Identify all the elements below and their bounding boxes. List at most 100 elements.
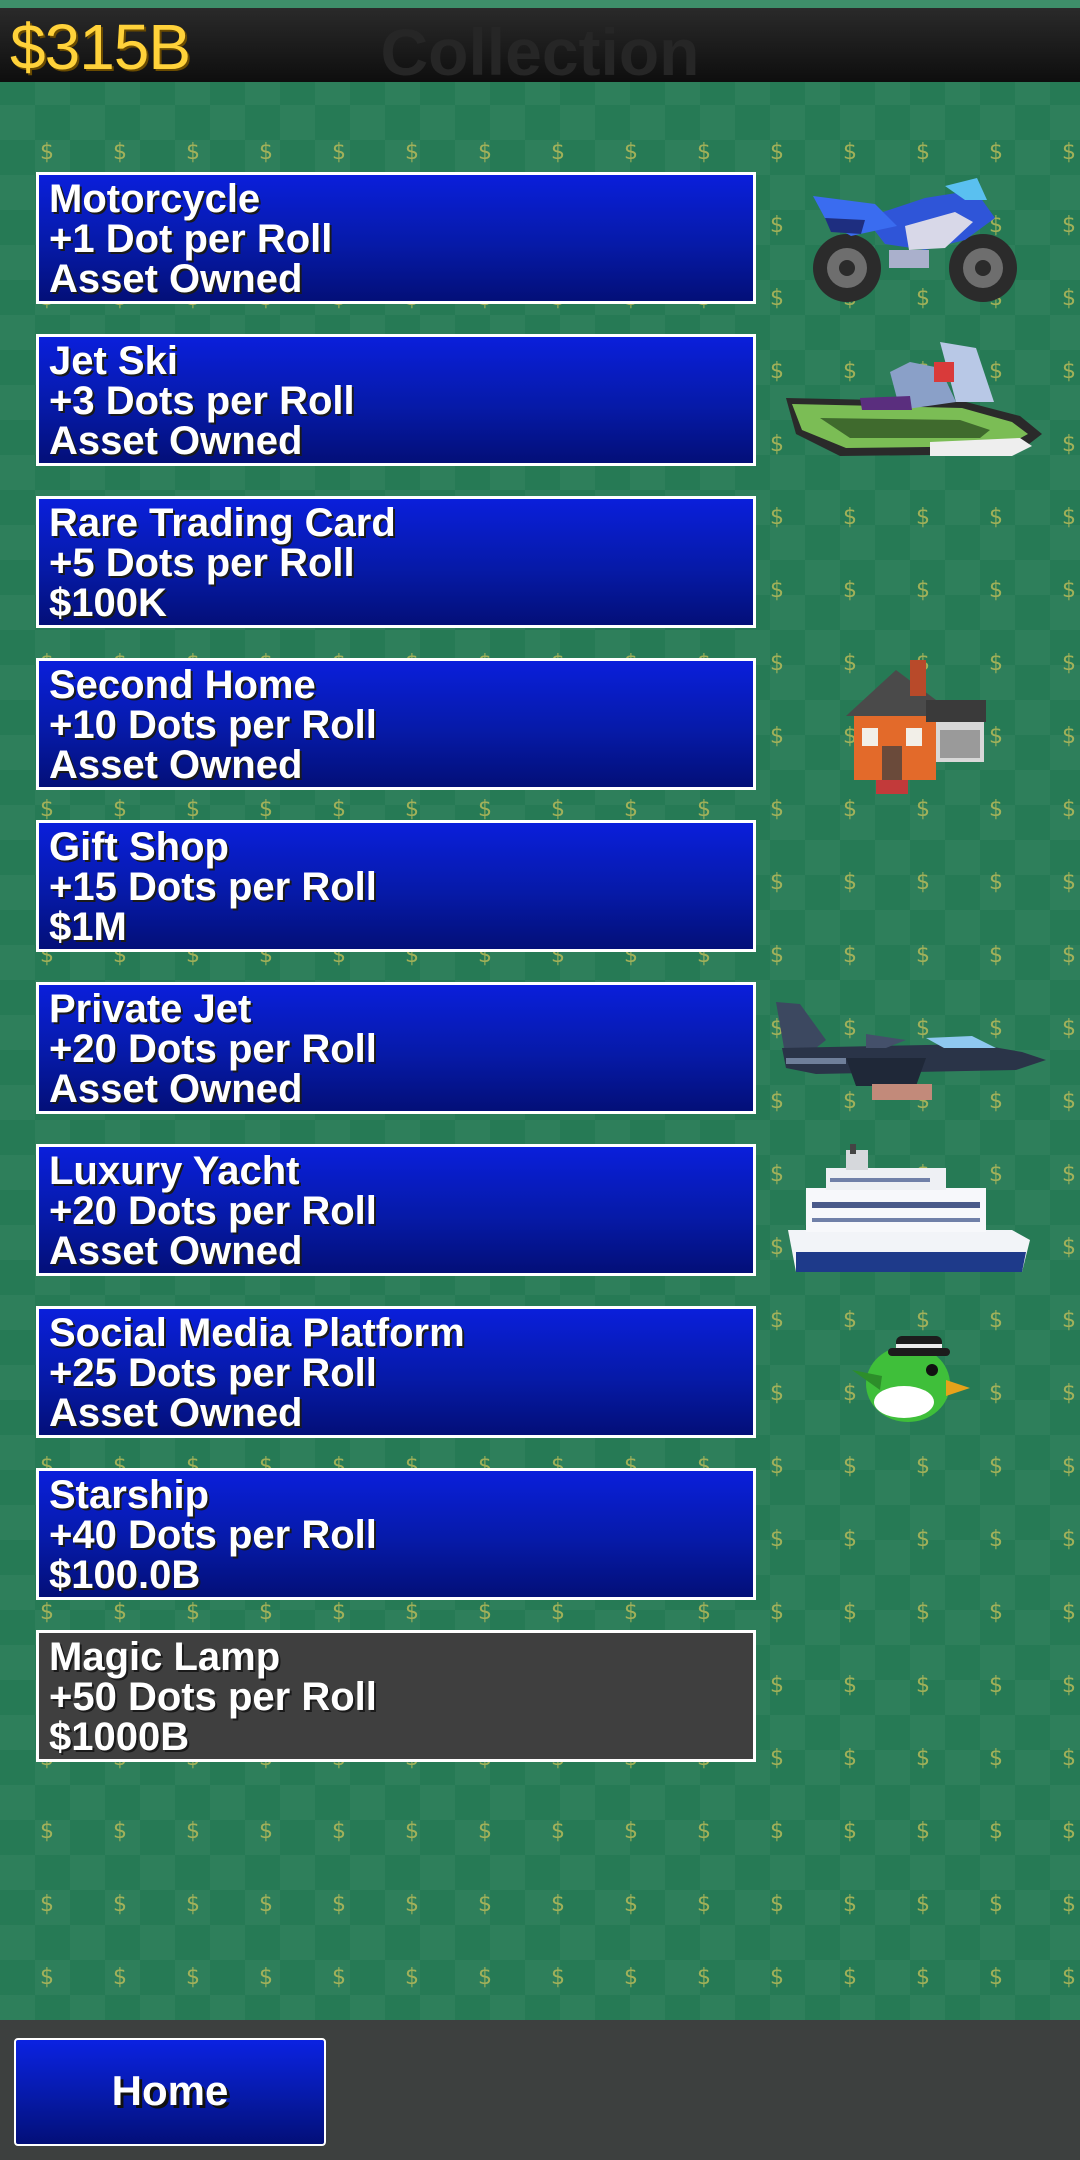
dollar-sign-decoration: $	[697, 1965, 711, 1990]
dollar-sign-decoration: $	[332, 1892, 346, 1917]
dollar-sign-decoration: $	[989, 359, 1003, 384]
dollar-sign-decoration: $	[697, 1819, 711, 1844]
dollar-sign-decoration: $	[1062, 140, 1076, 165]
dollar-sign-decoration: $	[843, 286, 857, 311]
dollar-sign-decoration: $	[40, 1819, 54, 1844]
dollar-sign-decoration: $	[770, 286, 784, 311]
asset-list: Motorcycle +1 Dot per Roll Asset Owned J…	[36, 172, 756, 1792]
asset-price: $100.0B	[49, 1553, 201, 1597]
dollar-sign-decoration: $	[916, 1965, 930, 1990]
asset-card-rare-trading-card[interactable]: Rare Trading Card +5 Dots per Roll $100K	[36, 496, 756, 628]
asset-name: Starship	[49, 1473, 210, 1517]
asset-rate: +20 Dots per Roll	[49, 1027, 377, 1071]
asset-rate: +10 Dots per Roll	[49, 703, 377, 747]
asset-status: Asset Owned	[49, 257, 303, 301]
dollar-sign-decoration: $	[843, 1673, 857, 1698]
asset-card-social-media-platform[interactable]: Social Media Platform +25 Dots per Roll …	[36, 1306, 756, 1438]
dollar-sign-decoration: $	[1062, 870, 1076, 895]
dollar-sign-decoration: $	[770, 870, 784, 895]
dollar-sign-decoration: $	[1062, 1454, 1076, 1479]
dollar-sign-decoration: $	[989, 1673, 1003, 1698]
asset-card-starship[interactable]: Starship +40 Dots per Roll $100.0B	[36, 1468, 756, 1600]
dollar-sign-decoration: $	[989, 1308, 1003, 1333]
dollar-sign-decoration: $	[40, 140, 54, 165]
dollar-sign-decoration: $	[770, 505, 784, 530]
asset-rate: +25 Dots per Roll	[49, 1351, 377, 1395]
asset-status: Asset Owned	[49, 1391, 303, 1435]
asset-rate: +5 Dots per Roll	[49, 541, 355, 585]
money-balance: $315B	[10, 11, 191, 83]
asset-card-gift-shop[interactable]: Gift Shop +15 Dots per Roll $1M	[36, 820, 756, 952]
dollar-sign-decoration: $	[843, 140, 857, 165]
asset-status: Asset Owned	[49, 743, 303, 787]
dollar-sign-decoration: $	[989, 1235, 1003, 1260]
dollar-sign-decoration: $	[1062, 651, 1076, 676]
asset-card-second-home[interactable]: Second Home +10 Dots per Roll Asset Owne…	[36, 658, 756, 790]
dollar-sign-decoration: $	[843, 359, 857, 384]
asset-card-motorcycle[interactable]: Motorcycle +1 Dot per Roll Asset Owned	[36, 172, 756, 304]
dollar-sign-decoration: $	[259, 140, 273, 165]
dollar-sign-decoration: $	[843, 797, 857, 822]
dollar-sign-decoration: $	[1062, 432, 1076, 457]
asset-status: Asset Owned	[49, 1067, 303, 1111]
dollar-sign-decoration: $	[843, 1016, 857, 1041]
dollar-sign-decoration: $	[624, 140, 638, 165]
dollar-sign-decoration: $	[1062, 1162, 1076, 1187]
asset-name: Social Media Platform	[49, 1311, 465, 1355]
asset-name: Rare Trading Card	[49, 501, 396, 545]
dollar-sign-decoration: $	[916, 286, 930, 311]
dollar-sign-decoration: $	[551, 1965, 565, 1990]
dollar-sign-decoration: $	[1062, 943, 1076, 968]
dollar-sign-decoration: $	[770, 943, 784, 968]
dollar-sign-decoration: $	[989, 797, 1003, 822]
home-button[interactable]: Home	[14, 2038, 326, 2146]
dollar-sign-decoration: $	[405, 1819, 419, 1844]
dollar-sign-decoration: $	[1062, 1819, 1076, 1844]
dollar-sign-decoration: $	[770, 140, 784, 165]
asset-card-private-jet[interactable]: Private Jet +20 Dots per Roll Asset Owne…	[36, 982, 756, 1114]
dollar-sign-decoration: $	[332, 140, 346, 165]
asset-name: Gift Shop	[49, 825, 229, 869]
asset-name: Luxury Yacht	[49, 1149, 300, 1193]
dollar-sign-decoration: $	[916, 432, 930, 457]
dollar-sign-decoration: $	[843, 1746, 857, 1771]
dollar-sign-decoration: $	[259, 1892, 273, 1917]
asset-card-luxury-yacht[interactable]: Luxury Yacht +20 Dots per Roll Asset Own…	[36, 1144, 756, 1276]
jet-ski-icon	[786, 342, 1042, 456]
asset-rate: +1 Dot per Roll	[49, 217, 333, 261]
dollar-sign-decoration: $	[1062, 1016, 1076, 1041]
dollar-sign-decoration: $	[843, 1235, 857, 1260]
dollar-sign-decoration: $	[989, 1746, 1003, 1771]
dollar-sign-decoration: $	[1062, 724, 1076, 749]
dollar-sign-decoration: $	[989, 432, 1003, 457]
dollar-sign-decoration: $	[989, 505, 1003, 530]
dollar-sign-decoration: $	[770, 1235, 784, 1260]
dollar-sign-decoration: $	[770, 1746, 784, 1771]
dollar-sign-decoration: $	[770, 1892, 784, 1917]
asset-card-jet-ski[interactable]: Jet Ski +3 Dots per Roll Asset Owned	[36, 334, 756, 466]
dollar-sign-decoration: $	[916, 1381, 930, 1406]
bottom-bar: Home	[0, 2020, 1080, 2160]
dollar-sign-decoration: $	[916, 359, 930, 384]
dollar-sign-decoration: $	[916, 943, 930, 968]
asset-name: Magic Lamp	[49, 1635, 281, 1679]
dollar-sign-decoration: $	[770, 1089, 784, 1114]
dollar-sign-decoration: $	[770, 1162, 784, 1187]
dollar-sign-decoration: $	[916, 213, 930, 238]
dollar-sign-decoration: $	[989, 213, 1003, 238]
dollar-sign-decoration: $	[186, 1819, 200, 1844]
bird-icon	[852, 1336, 970, 1422]
dollar-sign-decoration: $	[916, 1162, 930, 1187]
dollar-sign-decoration: $	[770, 1308, 784, 1333]
dollar-sign-decoration: $	[916, 1527, 930, 1552]
dollar-sign-decoration: $	[770, 1965, 784, 1990]
dollar-sign-decoration: $	[770, 1600, 784, 1625]
asset-card-magic-lamp[interactable]: Magic Lamp +50 Dots per Roll $1000B	[36, 1630, 756, 1762]
dollar-sign-decoration: $	[843, 1381, 857, 1406]
dollar-sign-decoration: $	[989, 286, 1003, 311]
dollar-sign-decoration: $	[1062, 1089, 1076, 1114]
dollar-sign-decoration: $	[843, 1600, 857, 1625]
dollar-sign-decoration: $	[1062, 1308, 1076, 1333]
dollar-sign-decoration: $	[1062, 1965, 1076, 1990]
dollar-sign-decoration: $	[113, 1819, 127, 1844]
